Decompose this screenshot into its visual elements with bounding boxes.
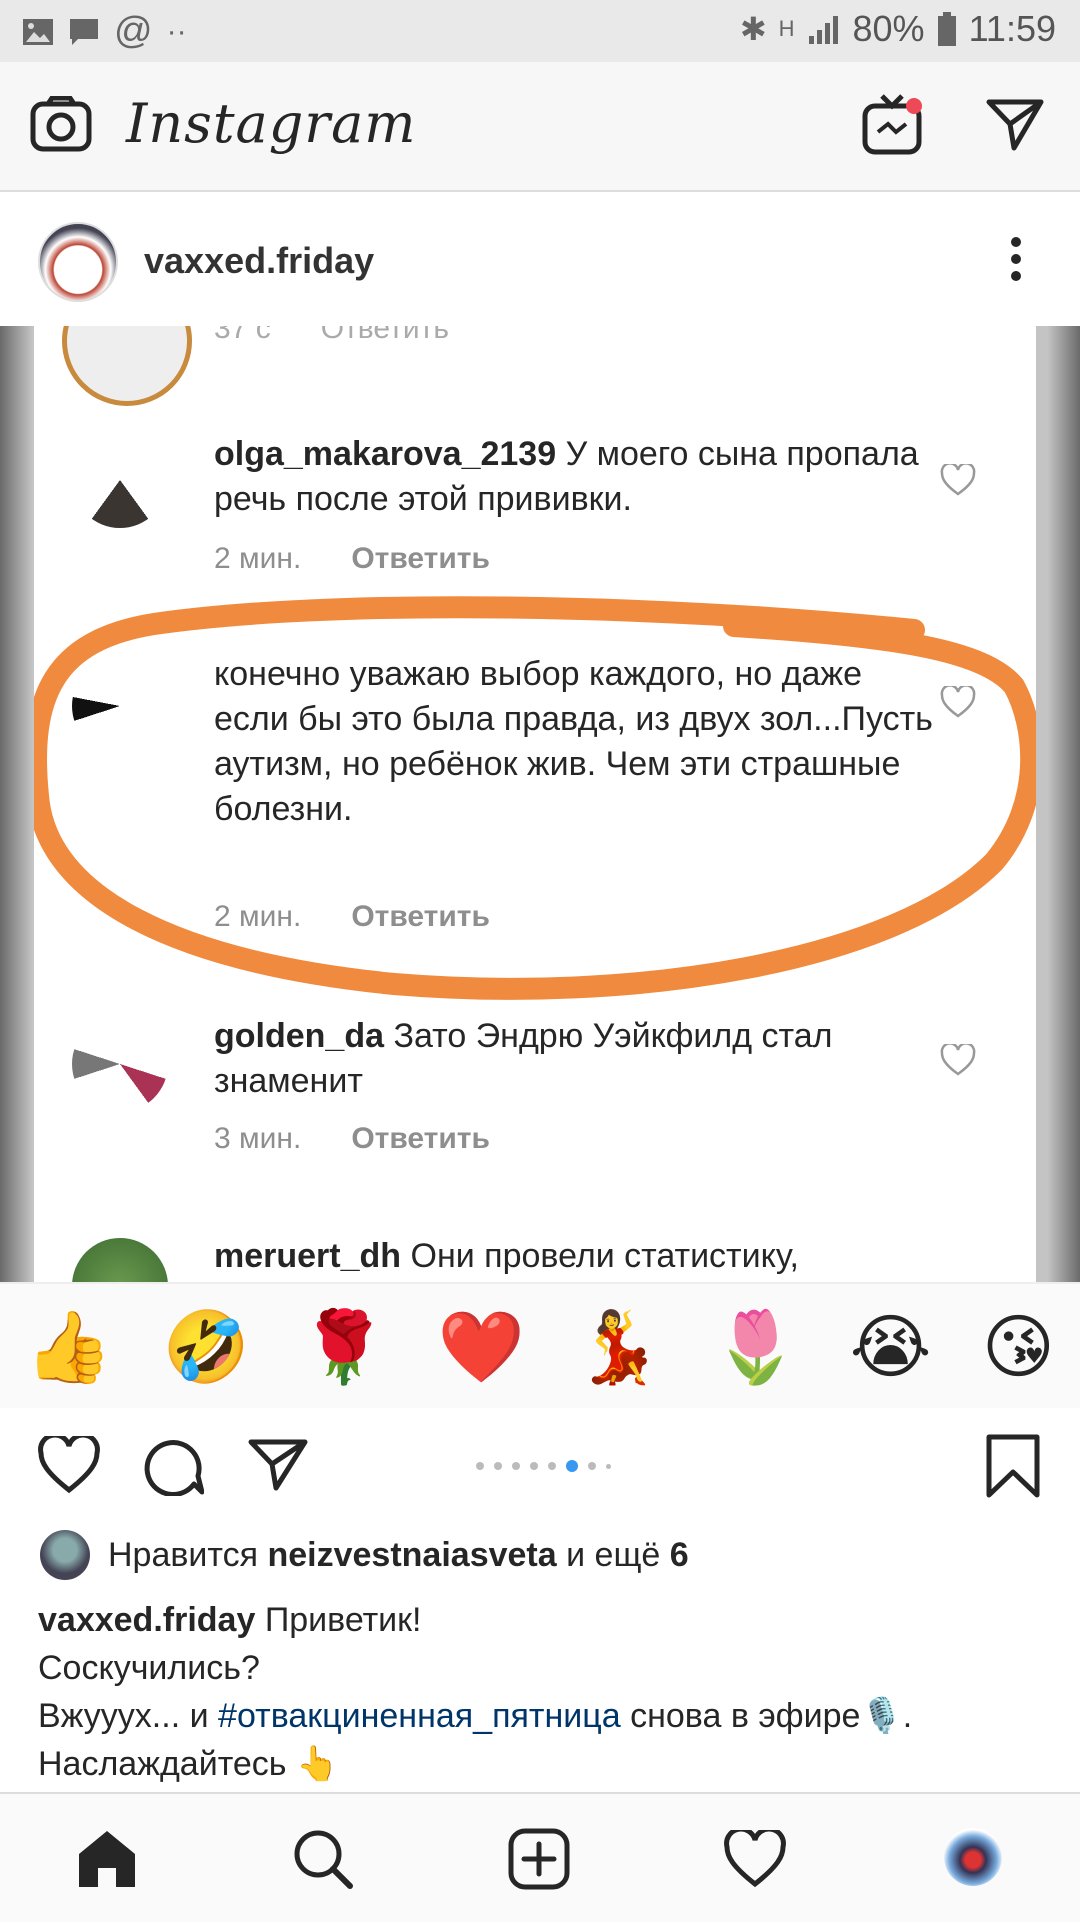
- heart-icon: [940, 1044, 976, 1076]
- home-icon[interactable]: [76, 1828, 138, 1890]
- app-logo: Instagram: [126, 92, 417, 155]
- carousel-dot: [530, 1462, 538, 1470]
- post-author-username[interactable]: vaxxed.friday: [144, 240, 374, 282]
- comment-avatar: [72, 1016, 168, 1112]
- more-notifications-icon: ··: [166, 14, 187, 48]
- bottom-navigation: [0, 1792, 1080, 1922]
- add-icon[interactable]: [508, 1828, 570, 1890]
- reply-link: Ответить: [351, 1122, 490, 1155]
- caption-line: Наслаждайтесь 👆: [38, 1745, 339, 1783]
- caption-line: Вжууух... и: [38, 1697, 209, 1735]
- carousel-indicator: [476, 1460, 611, 1472]
- bookmark-icon[interactable]: [986, 1434, 1040, 1498]
- direct-icon[interactable]: [986, 98, 1044, 152]
- comment-meta: 37 c Ответить: [214, 326, 449, 345]
- comment-time: 2 мин.: [214, 542, 302, 575]
- comment-text: olga_makarova_2139 У моего сына пропала …: [214, 432, 934, 522]
- likes-prefix: Нравится: [108, 1535, 259, 1574]
- comment-avatar: [62, 326, 192, 406]
- post-caption: vaxxed.friday Приветик! Соскучились? Вжу…: [38, 1596, 1048, 1788]
- status-notifications: @ ··: [22, 10, 187, 53]
- likes-text: Нравится neizvestnaiasveta и ещё 6: [108, 1536, 689, 1575]
- liker-avatar: [40, 1530, 90, 1580]
- highlight-ellipse: [34, 596, 1036, 1000]
- likes-count[interactable]: 6: [670, 1536, 689, 1574]
- gallery-icon: [23, 18, 53, 45]
- emoji-dancer: 💃: [574, 1308, 663, 1386]
- embedded-screenshot: 37 c Ответить olga_makarova_2139 У моего…: [34, 326, 1036, 1282]
- at-icon: @: [114, 10, 153, 52]
- emoji-heart: ❤️: [437, 1308, 525, 1386]
- more-icon[interactable]: [1008, 236, 1024, 282]
- status-right: ✱ H 80% 11:59: [740, 8, 1056, 50]
- clock: 11:59: [968, 8, 1056, 49]
- reply-link: Ответить: [351, 542, 490, 575]
- comment-username: meruert_dh: [214, 1237, 402, 1275]
- heart-icon[interactable]: [38, 1436, 100, 1494]
- comment-meta: 2 мин. Ответить: [214, 542, 490, 576]
- carousel-dot: [606, 1463, 611, 1469]
- carousel-dot-active: [566, 1460, 578, 1472]
- emoji-kiss: 😘: [981, 1308, 1055, 1386]
- carousel-dot: [476, 1462, 484, 1470]
- igtv-icon[interactable]: [862, 92, 926, 156]
- emoji-crying: 😭: [849, 1308, 932, 1386]
- caption-line: Соскучились?: [38, 1649, 260, 1687]
- caption-line: Приветик!: [264, 1601, 422, 1639]
- carousel-dot: [548, 1462, 556, 1470]
- share-icon[interactable]: [248, 1438, 308, 1492]
- caption-username[interactable]: vaxxed.friday: [38, 1601, 255, 1639]
- comment-time: 3 мин.: [214, 1122, 302, 1155]
- comment-avatar: [72, 1238, 168, 1282]
- battery-icon: [937, 12, 956, 46]
- emoji-tulip: 🌷: [712, 1308, 800, 1386]
- carousel-dot: [512, 1462, 520, 1470]
- emoji-rose: 🌹: [300, 1308, 388, 1386]
- caption-line: снова в эфире🎙️.: [630, 1697, 913, 1735]
- status-bar: @ ·· ✱ H 80% 11:59: [0, 0, 1080, 62]
- carousel-dot: [588, 1462, 596, 1470]
- message-icon: [70, 18, 98, 45]
- activity-icon[interactable]: [724, 1830, 786, 1888]
- battery-percent: 80%: [852, 8, 925, 49]
- emoji-strip: 👍 🤣 🌹 ❤️ 💃 🌷 😭 😘: [0, 1282, 1080, 1408]
- emoji-rofl: 🤣: [162, 1308, 250, 1386]
- comment-text: meruert_dh Они провели статистику,: [214, 1234, 934, 1279]
- comment-text: golden_da Зато Эндрю Уэйкфилд стал знаме…: [214, 1014, 934, 1104]
- comment-body: Они провели статистику,: [410, 1237, 799, 1275]
- liker-username[interactable]: neizvestnaiasveta: [267, 1536, 556, 1574]
- search-icon[interactable]: [292, 1828, 354, 1890]
- heart-icon: [940, 464, 976, 496]
- post-author-avatar[interactable]: [38, 222, 118, 302]
- signal-icon: [808, 16, 838, 44]
- comment-username: golden_da: [214, 1017, 385, 1055]
- post-image[interactable]: 37 c Ответить olga_makarova_2139 У моего…: [0, 326, 1080, 1408]
- comment-meta: 3 мин. Ответить: [214, 1122, 490, 1156]
- emoji-thumbs-up: 👍: [25, 1308, 113, 1386]
- bluetooth-icon: ✱: [739, 11, 767, 47]
- camera-icon[interactable]: [30, 96, 92, 152]
- comment-username: olga_makarova_2139: [214, 435, 557, 473]
- app-header: Instagram: [0, 62, 1080, 192]
- post-header: vaxxed.friday: [0, 192, 1080, 324]
- caption-hashtag[interactable]: #отвакциненная_пятница: [218, 1697, 621, 1735]
- comment-icon[interactable]: [144, 1436, 204, 1496]
- network-icon: H: [778, 16, 795, 41]
- carousel-dot: [494, 1462, 502, 1470]
- profile-icon[interactable]: [944, 1828, 1002, 1886]
- likes-suffix: и ещё: [566, 1535, 661, 1574]
- comment-avatar: [72, 432, 168, 528]
- likes-line[interactable]: Нравится neizvestnaiasveta и ещё 6: [40, 1530, 689, 1580]
